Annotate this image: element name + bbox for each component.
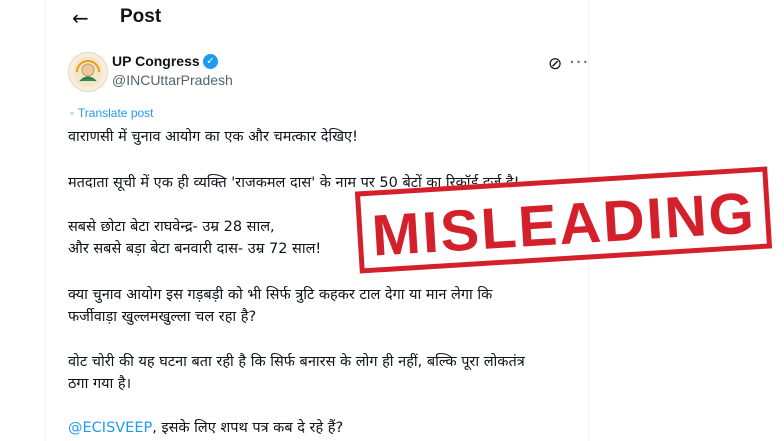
post-text-line: वाराणसी में चुनाव आयोग का एक और चमत्कार … [68, 129, 358, 145]
mention-link[interactable]: @ECISVEEP [68, 420, 152, 436]
post-text-line: फर्जीवाड़ा खुल्लमखुल्ला चल रहा है? [68, 309, 257, 325]
verified-badge-icon: ✓ [203, 54, 218, 69]
post-text-line: वोट चोरी की यह घटना बता रही है कि सिर्फ … [68, 354, 525, 370]
post-text-line: @ECISVEEP, इसके लिए शपथ पत्र कब दे रहे ह… [68, 420, 344, 436]
translate-post-link[interactable]: ◦ Translate post [70, 106, 154, 120]
post-header: ← Post [62, 0, 582, 36]
page-title: Post [120, 6, 162, 27]
avatar[interactable] [68, 52, 108, 92]
congress-logo-icon [73, 57, 103, 87]
post-text-line: और सबसे बड़ा बेटा बनवारी दास- उम्र 72 सा… [68, 241, 322, 257]
post-text-line: सबसे छोटा बेटा राघवेन्द्र- उम्र 28 साल, [68, 219, 275, 235]
translate-icon: ◦ [70, 108, 74, 120]
post-text-line: ठगा गया है। [68, 376, 132, 392]
post-text-line: क्या चुनाव आयोग इस गड़बड़ी को भी सिर्फ त… [68, 287, 493, 303]
grok-icon[interactable]: ⊘ [548, 54, 562, 74]
author-name[interactable]: UP Congress [112, 53, 200, 69]
author-handle[interactable]: @INCUttarPradesh [112, 72, 233, 88]
left-divider [45, 0, 46, 441]
arrow-left-icon[interactable]: ← [72, 6, 89, 30]
more-icon[interactable]: ··· [569, 52, 589, 73]
